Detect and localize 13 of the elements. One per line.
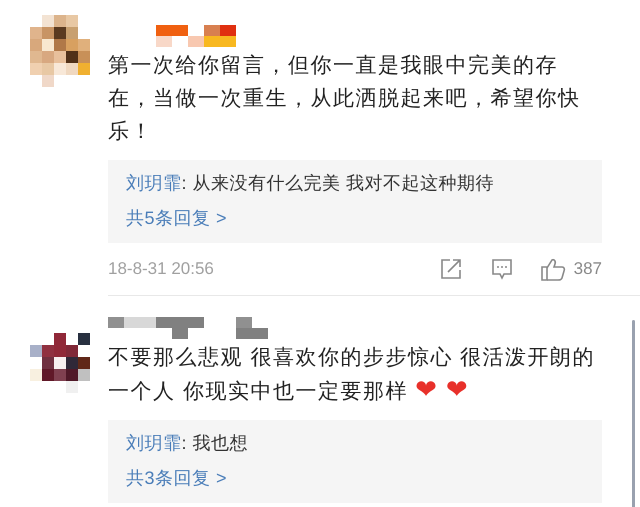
comment-text: 不要那么悲观 很喜欢你的步步惊心 很活泼开朗的 一个人 你现实中也一定要那样 ❤ ❤ [108,345,596,407]
reply-text: : 我也想 [182,433,248,453]
thumbs-up-icon[interactable] [540,258,566,280]
reply-author[interactable]: 刘玥霏 [126,173,182,193]
reply-author[interactable]: 刘玥霏 [126,433,182,453]
like-count: 387 [574,258,602,280]
more-replies-link[interactable]: 共3条回复 > [126,465,584,491]
share-icon[interactable] [440,258,462,280]
timestamp: 18-8-31 20:56 [108,258,215,280]
more-replies-link[interactable]: 共5条回复 > [126,205,584,231]
comment-text: 第一次给你留言，但你一直是我眼中完美的存 在，当做一次重生，从此洒脱起来吧，希望你快 乐！ [108,53,582,145]
reply-text: : 从来没有什么完美 我对不起这种期待 [182,173,494,193]
comment-icon[interactable] [490,258,513,280]
